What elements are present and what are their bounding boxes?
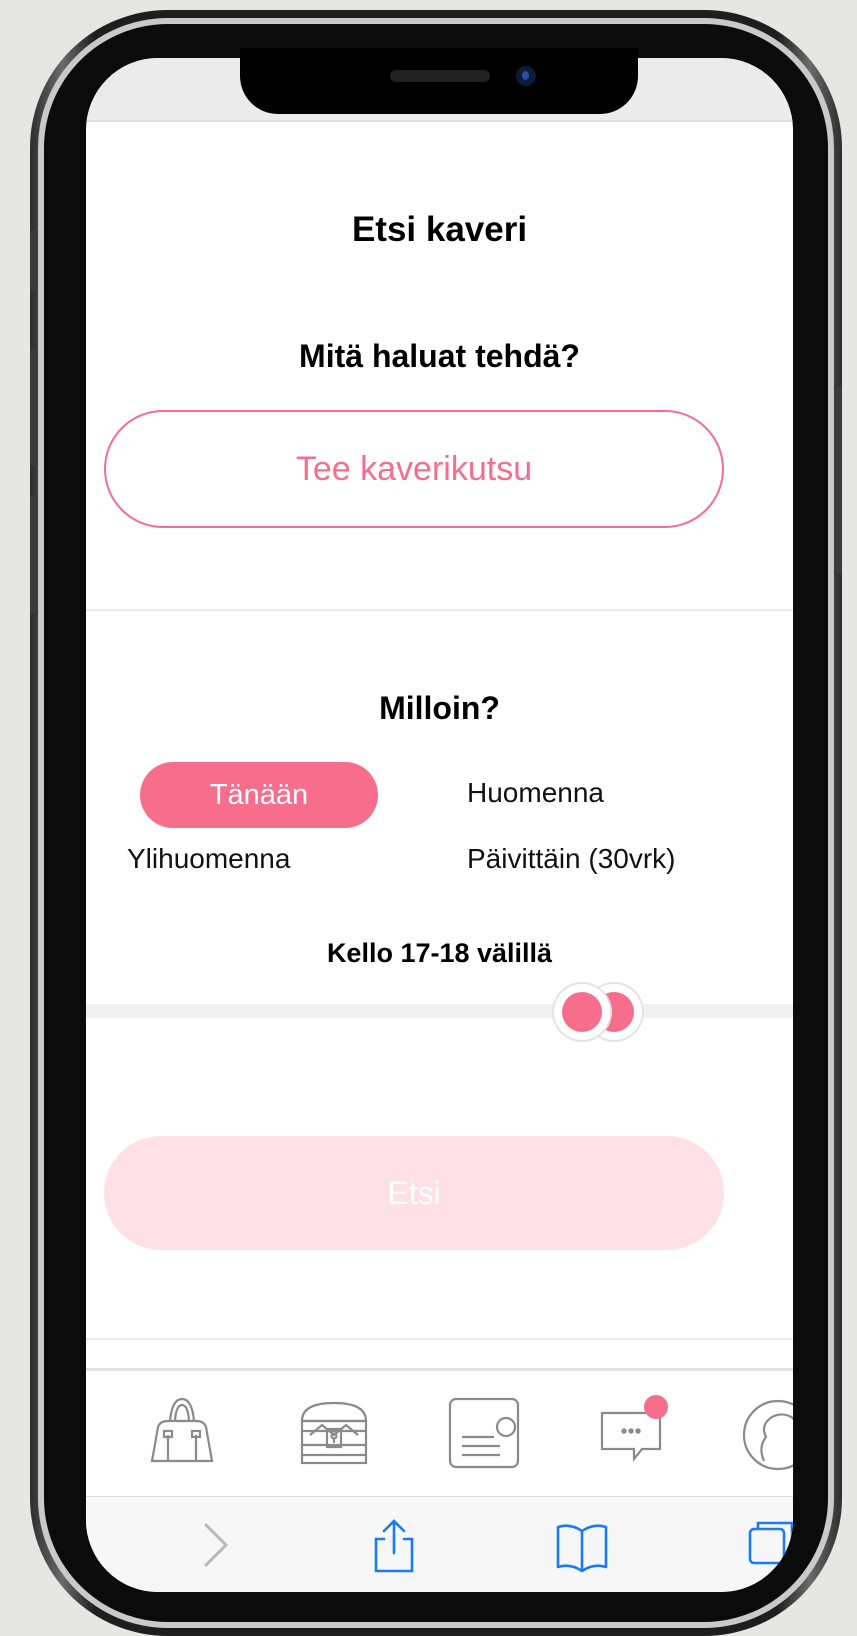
search-button[interactable]: Etsi — [104, 1136, 724, 1250]
share-icon[interactable] — [364, 1515, 424, 1575]
day-option-tomorrow[interactable]: Huomenna — [467, 777, 604, 809]
time-slider-track[interactable] — [86, 1004, 793, 1018]
earpiece-speaker — [390, 70, 490, 82]
volume-up-button — [30, 348, 38, 466]
page-title: Etsi kaveri — [351, 210, 528, 249]
day-option-daily[interactable]: Päivittäin (30vrk) — [467, 843, 676, 875]
activity-question: Mitä haluat tehdä? — [299, 338, 580, 374]
safari-toolbar — [86, 1496, 793, 1592]
day-option-today[interactable]: Tänään — [140, 762, 378, 828]
card-icon[interactable] — [444, 1391, 524, 1471]
footer-divider — [86, 1338, 793, 1340]
chat-notification-dot — [644, 1395, 668, 1419]
front-camera — [516, 66, 536, 86]
day-option-day-after-tomorrow[interactable]: Ylihuomenna — [127, 843, 290, 875]
mute-switch — [30, 230, 38, 292]
power-button — [834, 386, 842, 574]
chat-icon[interactable] — [594, 1391, 674, 1471]
treasure-chest-icon[interactable] — [294, 1391, 374, 1471]
tabs-icon[interactable] — [746, 1515, 793, 1575]
when-question: Milloin? — [379, 690, 500, 726]
bookmarks-icon[interactable] — [552, 1515, 612, 1575]
bag-icon[interactable] — [142, 1391, 222, 1471]
volume-down-button — [30, 496, 38, 614]
time-slider-start-thumb[interactable] — [554, 984, 610, 1040]
app-screen: Etsi kaveri Mitä haluat tehdä? Tee kaver… — [86, 58, 793, 1592]
tab-bar — [86, 1368, 793, 1496]
profile-icon[interactable] — [736, 1391, 793, 1471]
time-range-label: Kello 17-18 välillä — [326, 938, 553, 968]
section-divider — [86, 609, 793, 611]
invite-button[interactable]: Tee kaverikutsu — [104, 410, 724, 528]
forward-icon[interactable] — [184, 1515, 244, 1575]
